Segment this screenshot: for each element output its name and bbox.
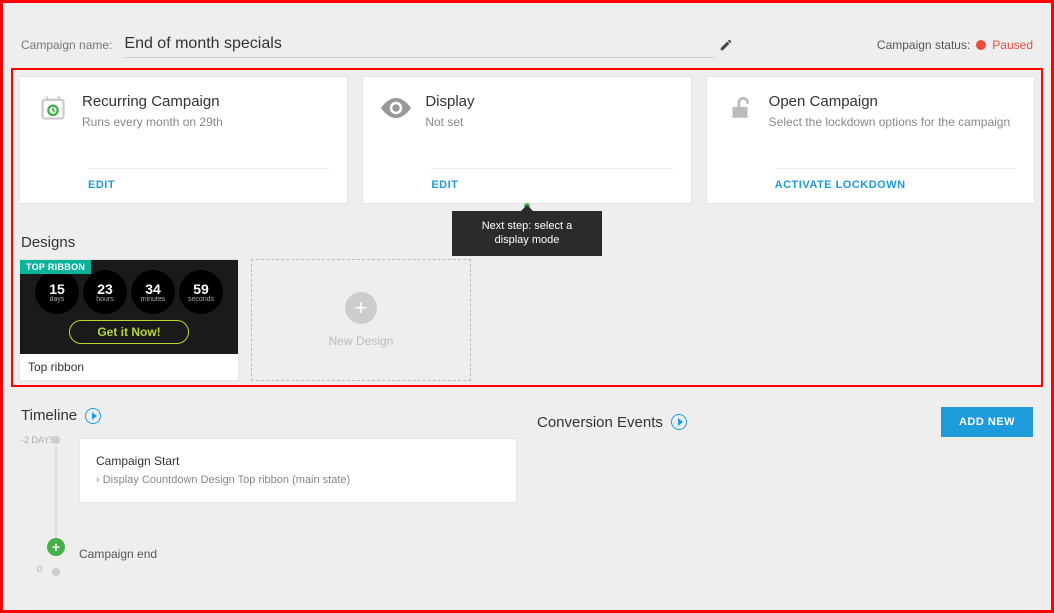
campaign-name-label: Campaign name: xyxy=(21,38,112,52)
conversion-play-icon[interactable] xyxy=(671,414,687,430)
timeline-start-dot xyxy=(52,436,60,444)
display-card: Display Not set EDIT Next step: select a… xyxy=(362,76,691,204)
campaign-status: Campaign status: Paused xyxy=(777,38,1033,52)
recurring-subtitle: Runs every month on 29th xyxy=(82,114,329,131)
recurring-campaign-card: Recurring Campaign Runs every month on 2… xyxy=(19,76,348,204)
design-cta: Get it Now! xyxy=(69,320,189,344)
status-label: Campaign status: xyxy=(877,38,970,52)
cd-min-l: minutes xyxy=(141,296,166,303)
status-value: Paused xyxy=(992,38,1033,52)
timeline-heading: Timeline xyxy=(21,407,77,424)
cd-hours: 23 xyxy=(97,282,113,296)
cd-days-l: days xyxy=(50,296,65,303)
timeline-end-dot xyxy=(52,568,60,576)
timeline-card[interactable]: Campaign Start Display Countdown Design … xyxy=(79,438,517,503)
eye-icon xyxy=(381,93,411,123)
timeline: -2 DAYS Campaign Start Display Countdown… xyxy=(21,438,517,561)
lockdown-title: Open Campaign xyxy=(769,93,1016,110)
recurring-icon xyxy=(38,93,68,123)
cd-hours-l: hours xyxy=(96,296,114,303)
design-badge: TOP RIBBON xyxy=(20,260,91,274)
display-edit-button[interactable]: EDIT xyxy=(431,179,672,191)
timeline-play-icon[interactable] xyxy=(85,408,101,424)
design-label: Top ribbon xyxy=(20,354,238,380)
activate-lockdown-button[interactable]: ACTIVATE LOCKDOWN xyxy=(775,179,1016,191)
plus-icon: + xyxy=(345,292,377,324)
cd-days: 15 xyxy=(49,282,65,296)
recurring-title: Recurring Campaign xyxy=(82,93,329,110)
timeline-end-label: Campaign end xyxy=(79,547,517,561)
design-tile-top-ribbon[interactable]: TOP RIBBON 15days 23hours 34minutes 59se… xyxy=(19,259,239,381)
cd-min: 34 xyxy=(145,282,161,296)
timeline-add-button[interactable]: + xyxy=(47,538,65,556)
cd-sec-l: seconds xyxy=(188,296,214,303)
display-title: Display xyxy=(425,93,672,110)
status-dot-icon xyxy=(976,40,986,50)
config-panel: Recurring Campaign Runs every month on 2… xyxy=(11,68,1043,387)
next-step-tooltip: Next step: select a display mode xyxy=(452,211,602,256)
lockdown-subtitle: Select the lockdown options for the camp… xyxy=(769,114,1016,131)
new-design-label: New Design xyxy=(329,334,394,348)
display-subtitle: Not set xyxy=(425,114,672,131)
recurring-edit-button[interactable]: EDIT xyxy=(88,179,329,191)
add-new-button[interactable]: ADD NEW xyxy=(941,407,1033,437)
timeline-card-title: Campaign Start xyxy=(96,451,500,471)
unlock-icon xyxy=(725,93,755,123)
cd-sec: 59 xyxy=(193,282,209,296)
edit-name-icon[interactable] xyxy=(707,38,745,52)
new-design-button[interactable]: + New Design xyxy=(251,259,471,381)
lockdown-card: Open Campaign Select the lockdown option… xyxy=(706,76,1035,204)
timeline-card-sub: Display Countdown Design Top ribbon (mai… xyxy=(96,471,500,490)
timeline-zero-label: 0 xyxy=(37,564,42,574)
conversion-heading: Conversion Events xyxy=(537,414,663,431)
campaign-name-input[interactable] xyxy=(124,31,715,58)
